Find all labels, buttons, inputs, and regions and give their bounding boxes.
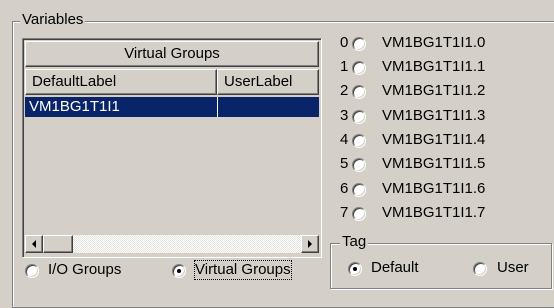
arrow-left-icon xyxy=(32,240,36,248)
bit-index-label: 5 xyxy=(340,155,349,172)
scroll-left-button[interactable] xyxy=(25,235,43,253)
bit-option-label[interactable]: VM1BG1T1I1.6 xyxy=(382,180,485,198)
tag-group-title: Tag xyxy=(340,233,369,250)
bit-radio[interactable] xyxy=(352,85,366,99)
tag-user-label[interactable]: User xyxy=(497,259,529,277)
bit-option-label[interactable]: VM1BG1T1I1.2 xyxy=(382,82,485,100)
bit-index-label: 6 xyxy=(340,180,349,197)
virtual-groups-list[interactable]: Virtual Groups DefaultLabel UserLabel VM… xyxy=(22,38,322,258)
bit-radio[interactable] xyxy=(352,207,366,221)
bit-option-label[interactable]: VM1BG1T1I1.0 xyxy=(382,34,485,52)
scroll-thumb[interactable] xyxy=(43,235,73,253)
bit-index-label: 2 xyxy=(340,82,349,99)
io-groups-radio[interactable] xyxy=(25,264,39,278)
list-title-header: Virtual Groups xyxy=(25,41,319,67)
bit-option-label[interactable]: VM1BG1T1I1.4 xyxy=(382,131,485,149)
table-row[interactable]: VM1BG1T1I1 xyxy=(25,97,319,117)
bit-index-label: 3 xyxy=(340,107,349,124)
horizontal-scrollbar[interactable] xyxy=(25,235,319,253)
tag-default-label[interactable]: Default xyxy=(371,259,419,277)
column-header-user-label[interactable]: UserLabel xyxy=(217,69,319,95)
io-groups-label[interactable]: I/O Groups xyxy=(48,261,121,279)
cell-divider xyxy=(217,97,218,117)
scroll-right-button[interactable] xyxy=(301,235,319,253)
bit-radio[interactable] xyxy=(352,37,366,51)
bit-index-label: 4 xyxy=(340,131,349,148)
bit-radio[interactable] xyxy=(352,110,366,124)
virtual-groups-label[interactable]: Virtual Groups xyxy=(194,260,292,280)
column-header-default-label[interactable]: DefaultLabel xyxy=(25,69,217,95)
bit-option-label[interactable]: VM1BG1T1I1.5 xyxy=(382,155,485,173)
variables-group-title: Variables xyxy=(20,11,86,28)
variables-dialog: { "variables_group": { "title": "Variabl… xyxy=(0,0,554,308)
bit-index-label: 1 xyxy=(340,58,349,75)
cell-default-label: VM1BG1T1I1 xyxy=(29,98,120,115)
bit-radio[interactable] xyxy=(352,158,366,172)
tag-user-radio[interactable] xyxy=(473,262,487,276)
bit-radio[interactable] xyxy=(352,61,366,75)
bit-option-label[interactable]: VM1BG1T1I1.1 xyxy=(382,58,485,76)
bit-index-label: 0 xyxy=(340,34,349,51)
bit-radio[interactable] xyxy=(352,183,366,197)
bit-radio[interactable] xyxy=(352,134,366,148)
bit-option-label[interactable]: VM1BG1T1I1.7 xyxy=(382,204,485,222)
bit-index-label: 7 xyxy=(340,204,349,221)
bit-option-label[interactable]: VM1BG1T1I1.3 xyxy=(382,107,485,125)
arrow-right-icon xyxy=(308,240,312,248)
tag-default-radio[interactable] xyxy=(348,262,362,276)
virtual-groups-radio[interactable] xyxy=(172,264,186,278)
